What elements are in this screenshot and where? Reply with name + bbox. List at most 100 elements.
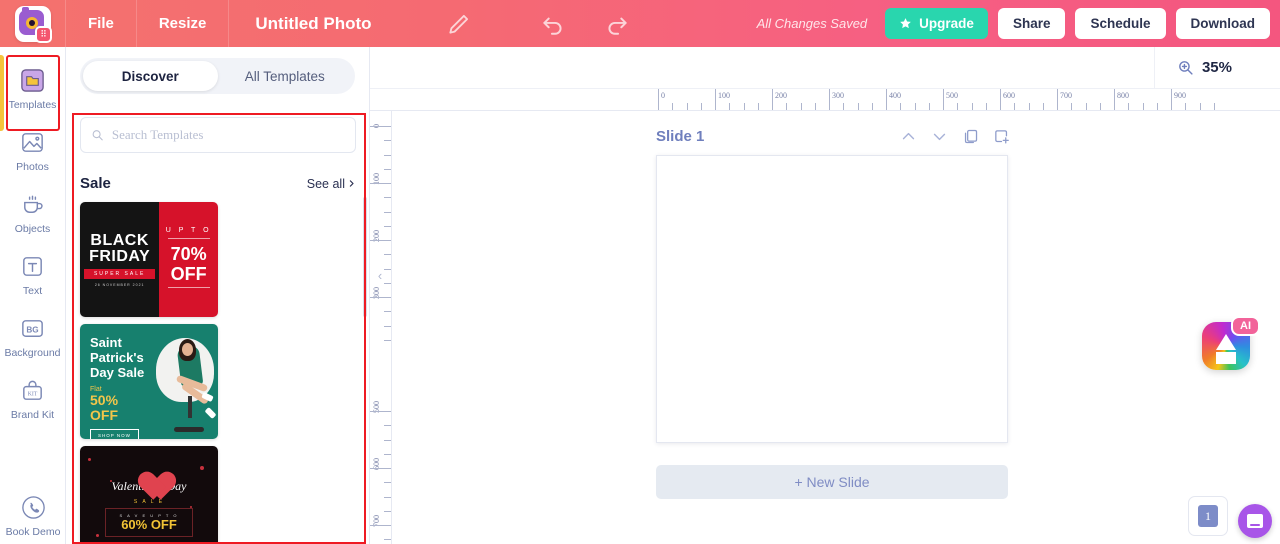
pages-icon: 1 — [1198, 505, 1223, 531]
ruler-tick — [658, 89, 659, 110]
ruler-tick-minor — [957, 103, 959, 110]
ruler-tick — [772, 89, 773, 110]
undo-icon[interactable] — [540, 11, 566, 37]
ruler-tick — [1000, 89, 1001, 110]
ruler-tick-label: 500 — [946, 91, 958, 100]
ruler-tick-minor — [384, 325, 391, 327]
template-card-valentines-day[interactable]: Valentine's Day S A L E S A V E U P T O … — [80, 446, 218, 544]
search-templates-box[interactable] — [80, 117, 356, 153]
canvas-stage: Slide 1 + New Slide — [392, 111, 1280, 544]
vd-sale: S A L E — [133, 499, 165, 505]
page-count: 1 — [1205, 508, 1211, 523]
section-title-sale: Sale — [80, 175, 111, 192]
ruler-tick-minor — [985, 103, 987, 110]
sidebar-item-brand-kit-label: Brand Kit — [10, 409, 55, 421]
ruler-tick — [1171, 89, 1172, 110]
photos-icon — [22, 133, 43, 152]
page-count-badge[interactable]: 1 — [1188, 496, 1228, 536]
ruler-tick-minor — [384, 539, 391, 541]
redo-icon[interactable] — [604, 11, 630, 37]
ruler-tick-minor — [384, 140, 391, 142]
move-slide-down-icon[interactable] — [931, 128, 948, 145]
phone-icon — [21, 496, 45, 519]
book-demo-label: Book Demo — [5, 526, 61, 538]
app-logo[interactable]: ⠿ — [0, 0, 66, 47]
ruler-tick-minor — [384, 168, 391, 170]
menu-file[interactable]: File — [66, 0, 137, 47]
svg-text:BG: BG — [26, 325, 38, 334]
sidebar-item-objects[interactable]: Objects — [0, 181, 65, 243]
search-input[interactable] — [111, 127, 345, 143]
templates-grid-sale: BLACK FRIDAY SUPER SALE 26 NOVEMBER 2021… — [66, 192, 369, 544]
ruler-tick-minor — [1142, 103, 1144, 110]
menu-resize[interactable]: Resize — [137, 0, 230, 47]
zoom-bar: 35% — [370, 47, 1280, 89]
add-slide-icon[interactable] — [993, 128, 1010, 145]
ai-assistant-widget[interactable]: AI — [1202, 316, 1260, 378]
templates-panel: Discover All Templates Sale See all — [66, 47, 370, 544]
upgrade-button[interactable]: Upgrade — [885, 8, 988, 39]
download-button[interactable]: Download — [1175, 8, 1270, 39]
duplicate-slide-icon[interactable] — [962, 128, 979, 145]
ruler-tick-minor — [1213, 103, 1215, 110]
ai-badge: AI — [1231, 316, 1260, 336]
see-all-sale[interactable]: See all — [307, 177, 356, 191]
slide-title: Slide 1 — [656, 127, 705, 145]
schedule-label: Schedule — [1090, 16, 1151, 31]
template-card-black-friday[interactable]: BLACK FRIDAY SUPER SALE 26 NOVEMBER 2021… — [80, 202, 218, 317]
ruler-tick — [370, 411, 391, 412]
ruler-tick-label: 800 — [1117, 91, 1129, 100]
tab-all-templates[interactable]: All Templates — [218, 61, 353, 91]
ruler-tick-minor — [743, 103, 745, 110]
zoom-level: 35% — [1201, 59, 1232, 76]
edit-pencil-icon[interactable] — [446, 11, 472, 37]
menu-file-label: File — [88, 15, 114, 32]
ruler-tick-minor — [1199, 103, 1201, 110]
ruler-tick-minor — [384, 510, 391, 512]
download-label: Download — [1190, 16, 1256, 31]
ruler-tick — [370, 297, 391, 298]
ruler-tick — [886, 89, 887, 110]
move-slide-up-icon[interactable] — [900, 128, 917, 145]
tab-discover[interactable]: Discover — [83, 61, 218, 91]
ruler-tick-minor — [700, 103, 702, 110]
slide-canvas[interactable] — [656, 155, 1008, 443]
sidebar-item-brand-kit[interactable]: KIT Brand Kit — [0, 367, 65, 429]
horizontal-ruler[interactable]: 0 100 200 300 400 500 600 700 800 900 — [370, 89, 1280, 111]
document-title[interactable]: Untitled Photo — [229, 0, 397, 47]
ruler-tick-minor — [928, 103, 930, 110]
brand-kit-icon: KIT — [23, 380, 42, 400]
ruler-tick-minor — [686, 103, 688, 110]
ruler-tick-minor — [914, 103, 916, 110]
new-slide-button[interactable]: + New Slide — [656, 465, 1008, 499]
ruler-tick-minor — [384, 425, 391, 427]
ruler-tick-minor — [1128, 103, 1130, 110]
sidebar-item-background-label: Background — [4, 347, 61, 359]
left-sidebar: Templates Photos Objects Text BG Backgro… — [0, 47, 66, 544]
sidebar-item-photos[interactable]: Photos — [0, 119, 65, 181]
chevron-left-icon[interactable]: ‹ — [374, 268, 386, 283]
book-demo-button[interactable]: Book Demo — [0, 490, 65, 538]
sp-cta: SHOP NOW — [90, 429, 139, 439]
ruler-tick-minor — [1071, 103, 1073, 110]
sidebar-item-templates[interactable]: Templates — [0, 57, 65, 119]
zoom-control[interactable]: 35% — [1153, 47, 1232, 89]
vertical-ruler[interactable]: ‹ 0100200300500600700 — [370, 111, 392, 544]
vd-discount: 60% OFF — [121, 517, 177, 532]
ruler-tick-minor — [1014, 103, 1016, 110]
ruler-tick-minor — [384, 439, 391, 441]
panel-scrollbar[interactable] — [363, 197, 367, 317]
sidebar-item-text[interactable]: Text — [0, 243, 65, 305]
sidebar-item-background[interactable]: BG Background — [0, 305, 65, 367]
chat-help-button[interactable] — [1238, 504, 1272, 538]
new-slide-label: + New Slide — [794, 474, 870, 490]
bf-off: OFF — [170, 264, 207, 284]
share-button[interactable]: Share — [997, 8, 1066, 39]
template-card-saint-patricks[interactable]: Saint Patrick's Day Sale Flat 50% OFF SH… — [80, 324, 218, 439]
ruler-tick — [370, 468, 391, 469]
ruler-tick-minor — [672, 103, 674, 110]
schedule-button[interactable]: Schedule — [1075, 8, 1166, 39]
ruler-tick-label: 400 — [889, 91, 901, 100]
bf-upto: U P T O — [165, 227, 212, 234]
objects-icon — [24, 195, 43, 213]
